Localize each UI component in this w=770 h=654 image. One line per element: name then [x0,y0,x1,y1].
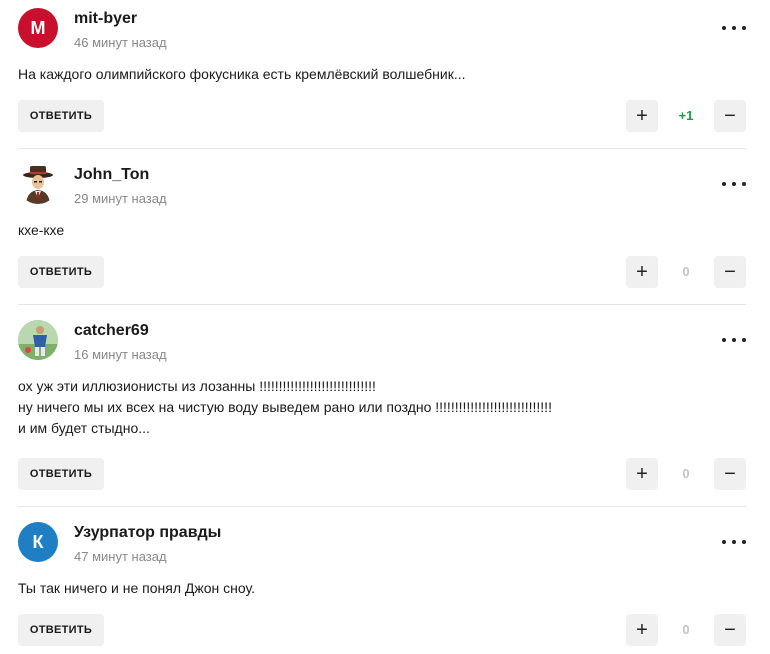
upvote-button[interactable]: + [626,100,658,132]
reply-button[interactable]: ОТВЕТИТЬ [18,614,104,646]
avatar-letter: К [32,531,44,552]
comment-text: На каждого олимпийского фокусника есть к… [18,64,466,85]
comment-text-line: ну ничего мы их всех на чистую воду выве… [18,399,552,415]
reply-button[interactable]: ОТВЕТИТЬ [18,256,104,288]
vote-controls: + 0 − [626,256,746,288]
avatar[interactable] [18,164,58,204]
comment-author[interactable]: Узурпатор правды [74,524,221,542]
comment-time: 47 минут назад [74,549,167,564]
upvote-button[interactable]: + [626,458,658,490]
avatar[interactable] [18,320,58,360]
downvote-button[interactable]: − [714,458,746,490]
comment-text: Ты так ничего и не понял Джон сноу. [18,578,255,599]
vote-controls: + +1 − [626,100,746,132]
downvote-button[interactable]: − [714,100,746,132]
vote-controls: + 0 − [626,458,746,490]
comment-text-line: Ты так ничего и не понял Джон сноу. [18,580,256,596]
downvote-button[interactable]: − [714,614,746,646]
avatar[interactable]: К [18,522,58,562]
reply-button[interactable]: ОТВЕТИТЬ [18,458,104,490]
comment-time: 16 минут назад [74,347,167,362]
downvote-button[interactable]: − [714,256,746,288]
comment-item: catcher69 16 минут назад ох уж эти иллюз… [18,320,746,507]
comment-time: 46 минут назад [74,35,167,50]
more-options-icon[interactable] [722,535,746,549]
upvote-button[interactable]: + [626,614,658,646]
vote-score: 0 [682,264,690,279]
more-options-icon[interactable] [722,333,746,347]
avatar-letter: M [30,17,46,38]
vote-score: 0 [682,466,690,481]
comments-feed: M mit-byer 46 минут назад На каждого оли… [0,0,770,654]
comment-text: ох уж эти иллюзионисты из лозанны !!!!!!… [18,376,552,439]
more-options-icon[interactable] [722,21,746,35]
comment-item: К Узурпатор правды 47 минут назад Ты так… [18,522,746,654]
comment-text-line: и им будет стыдно... [18,420,150,436]
comment-author[interactable]: catcher69 [74,322,149,340]
avatar-man-in-hat-icon [23,166,53,204]
upvote-button[interactable]: + [626,256,658,288]
avatar[interactable]: M [18,8,58,48]
comment-text-line: ох уж эти иллюзионисты из лозанны !!!!!!… [18,378,376,394]
comment-author[interactable]: John_Ton [74,166,149,184]
comment-author[interactable]: mit-byer [74,10,137,28]
avatar-player-photo-icon [18,320,58,360]
comment-time: 29 минут назад [74,191,167,206]
comment-text-line: кхе-кхе [18,222,65,238]
vote-score: +1 [678,108,694,123]
comment-item: M mit-byer 46 минут назад На каждого оли… [18,8,746,149]
comment-text: кхе-кхе [18,220,64,241]
vote-score: 0 [682,622,690,637]
comment-text-line: На каждого олимпийского фокусника есть к… [18,66,466,82]
reply-button[interactable]: ОТВЕТИТЬ [18,100,104,132]
comment-item: John_Ton 29 минут назад кхе-кхе ОТВЕТИТЬ… [18,164,746,305]
more-options-icon[interactable] [722,177,746,191]
vote-controls: + 0 − [626,614,746,646]
